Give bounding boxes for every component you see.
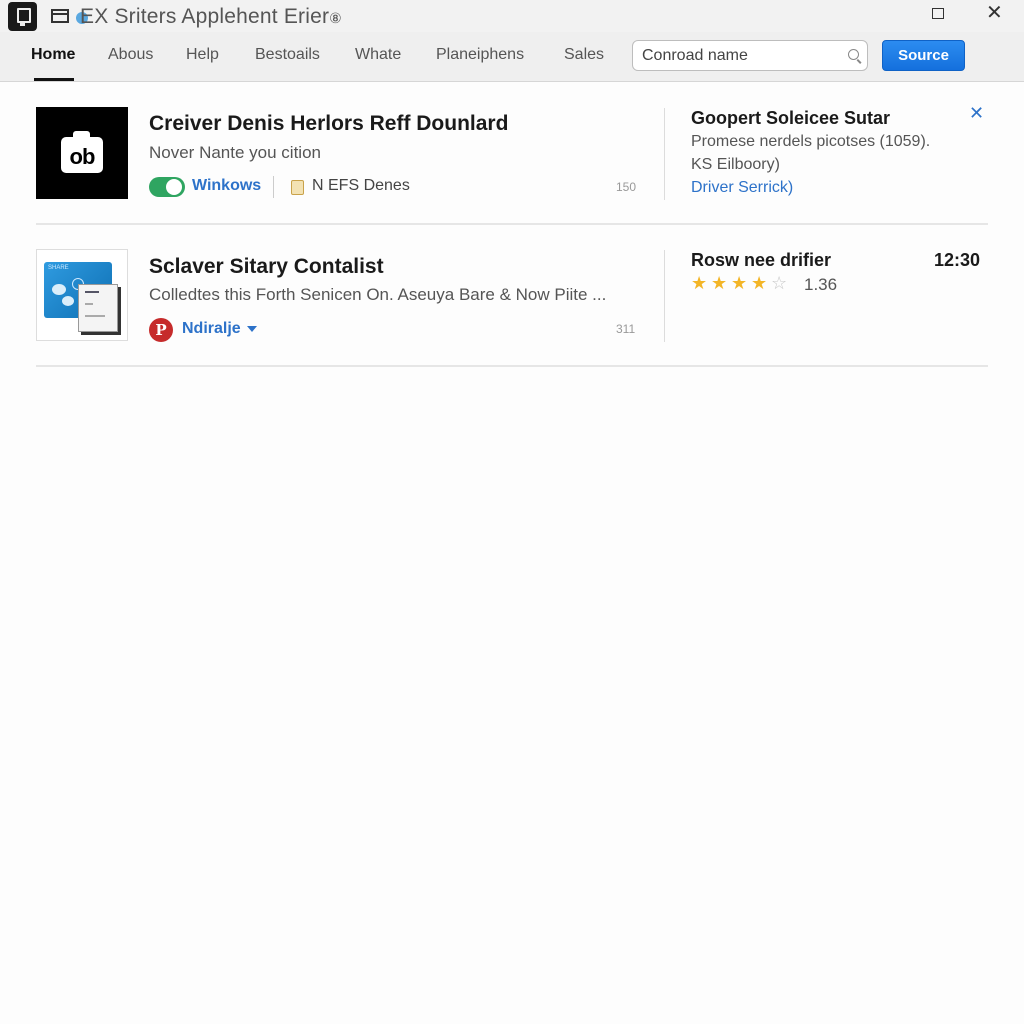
- camera-icon: ob: [61, 131, 103, 173]
- camera-icon-text: ob: [69, 144, 96, 169]
- window-icon: [51, 9, 69, 23]
- card-divider: [664, 108, 665, 200]
- result-title[interactable]: Creiver Denis Herlors Reff Dounlard: [149, 112, 508, 136]
- result-count: 311: [616, 322, 636, 336]
- result-count: 150: [616, 180, 637, 194]
- tab-planeiphens[interactable]: Planeiphens: [436, 46, 524, 64]
- result-thumbnail[interactable]: ob: [36, 107, 128, 199]
- pinterest-icon: P: [149, 318, 173, 342]
- star-filled-icon: ★: [751, 273, 768, 293]
- rating-value: 1.36: [804, 275, 838, 294]
- tab-whate[interactable]: Whate: [355, 46, 401, 64]
- title-suffix-icon: ⑧: [329, 10, 342, 26]
- driver-link[interactable]: Driver Serrick): [691, 179, 793, 197]
- star-empty-icon: ☆: [771, 273, 788, 293]
- source-button[interactable]: Source: [882, 40, 965, 71]
- chevron-down-icon[interactable]: [247, 326, 257, 332]
- side-title: Rosw nee drifier: [691, 250, 832, 270]
- folder-icon: [291, 180, 304, 195]
- platform-toggle[interactable]: [149, 177, 185, 197]
- result-subtitle: Nover Nante you cition: [149, 143, 321, 162]
- title-bar: EX Sriters Applehent Erier⑧ ✕: [0, 0, 1024, 32]
- search-box: [632, 40, 868, 71]
- timestamp: 12:30: [934, 250, 981, 270]
- side-description-2: KS Eilboory): [691, 156, 780, 173]
- platform-link[interactable]: Winkows: [192, 177, 261, 195]
- star-filled-icon: ★: [691, 273, 708, 293]
- publisher-link[interactable]: Ndiralje: [182, 320, 241, 338]
- maximize-icon[interactable]: [932, 8, 944, 19]
- close-icon[interactable]: ✕: [969, 103, 984, 123]
- window-title-text: EX Sriters Applehent Erier: [80, 5, 330, 28]
- result-card[interactable]: SHARE Sclaver Sitary Contalist Colledtes…: [36, 245, 988, 367]
- tab-sales[interactable]: Sales: [564, 46, 604, 64]
- thumbnail-label: SHARE: [48, 265, 69, 271]
- tab-home[interactable]: Home: [31, 46, 75, 64]
- side-title: Goopert Soleicee Sutar: [691, 108, 891, 128]
- result-title[interactable]: Sclaver Sitary Contalist: [149, 255, 384, 279]
- star-filled-icon: ★: [711, 273, 728, 293]
- document-icon: [78, 284, 118, 332]
- star-filled-icon: ★: [731, 273, 748, 293]
- nav-bar: Home Abous Help Bestoails Whate Planeiph…: [0, 32, 1024, 82]
- search-icon[interactable]: [848, 49, 859, 60]
- app-icon[interactable]: [8, 2, 37, 31]
- card-divider: [664, 250, 665, 342]
- meta-text: N EFS Denes: [312, 177, 410, 194]
- close-window-icon[interactable]: ✕: [986, 3, 1003, 23]
- result-subtitle: Colledtes this Forth Senicen On. Aseuya …: [149, 285, 607, 304]
- result-thumbnail[interactable]: SHARE: [36, 249, 128, 341]
- tab-abous[interactable]: Abous: [108, 46, 153, 64]
- active-tab-indicator: [34, 78, 74, 81]
- result-card[interactable]: ob Creiver Denis Herlors Reff Dounlard N…: [36, 100, 988, 225]
- tab-help[interactable]: Help: [186, 46, 219, 64]
- meta-divider: [273, 176, 274, 198]
- window-title: EX Sriters Applehent Erier⑧: [80, 5, 342, 29]
- tab-bestoails[interactable]: Bestoails: [255, 46, 320, 64]
- side-description: Promese nerdels picotses (1059).: [691, 133, 931, 150]
- search-input[interactable]: [642, 46, 838, 66]
